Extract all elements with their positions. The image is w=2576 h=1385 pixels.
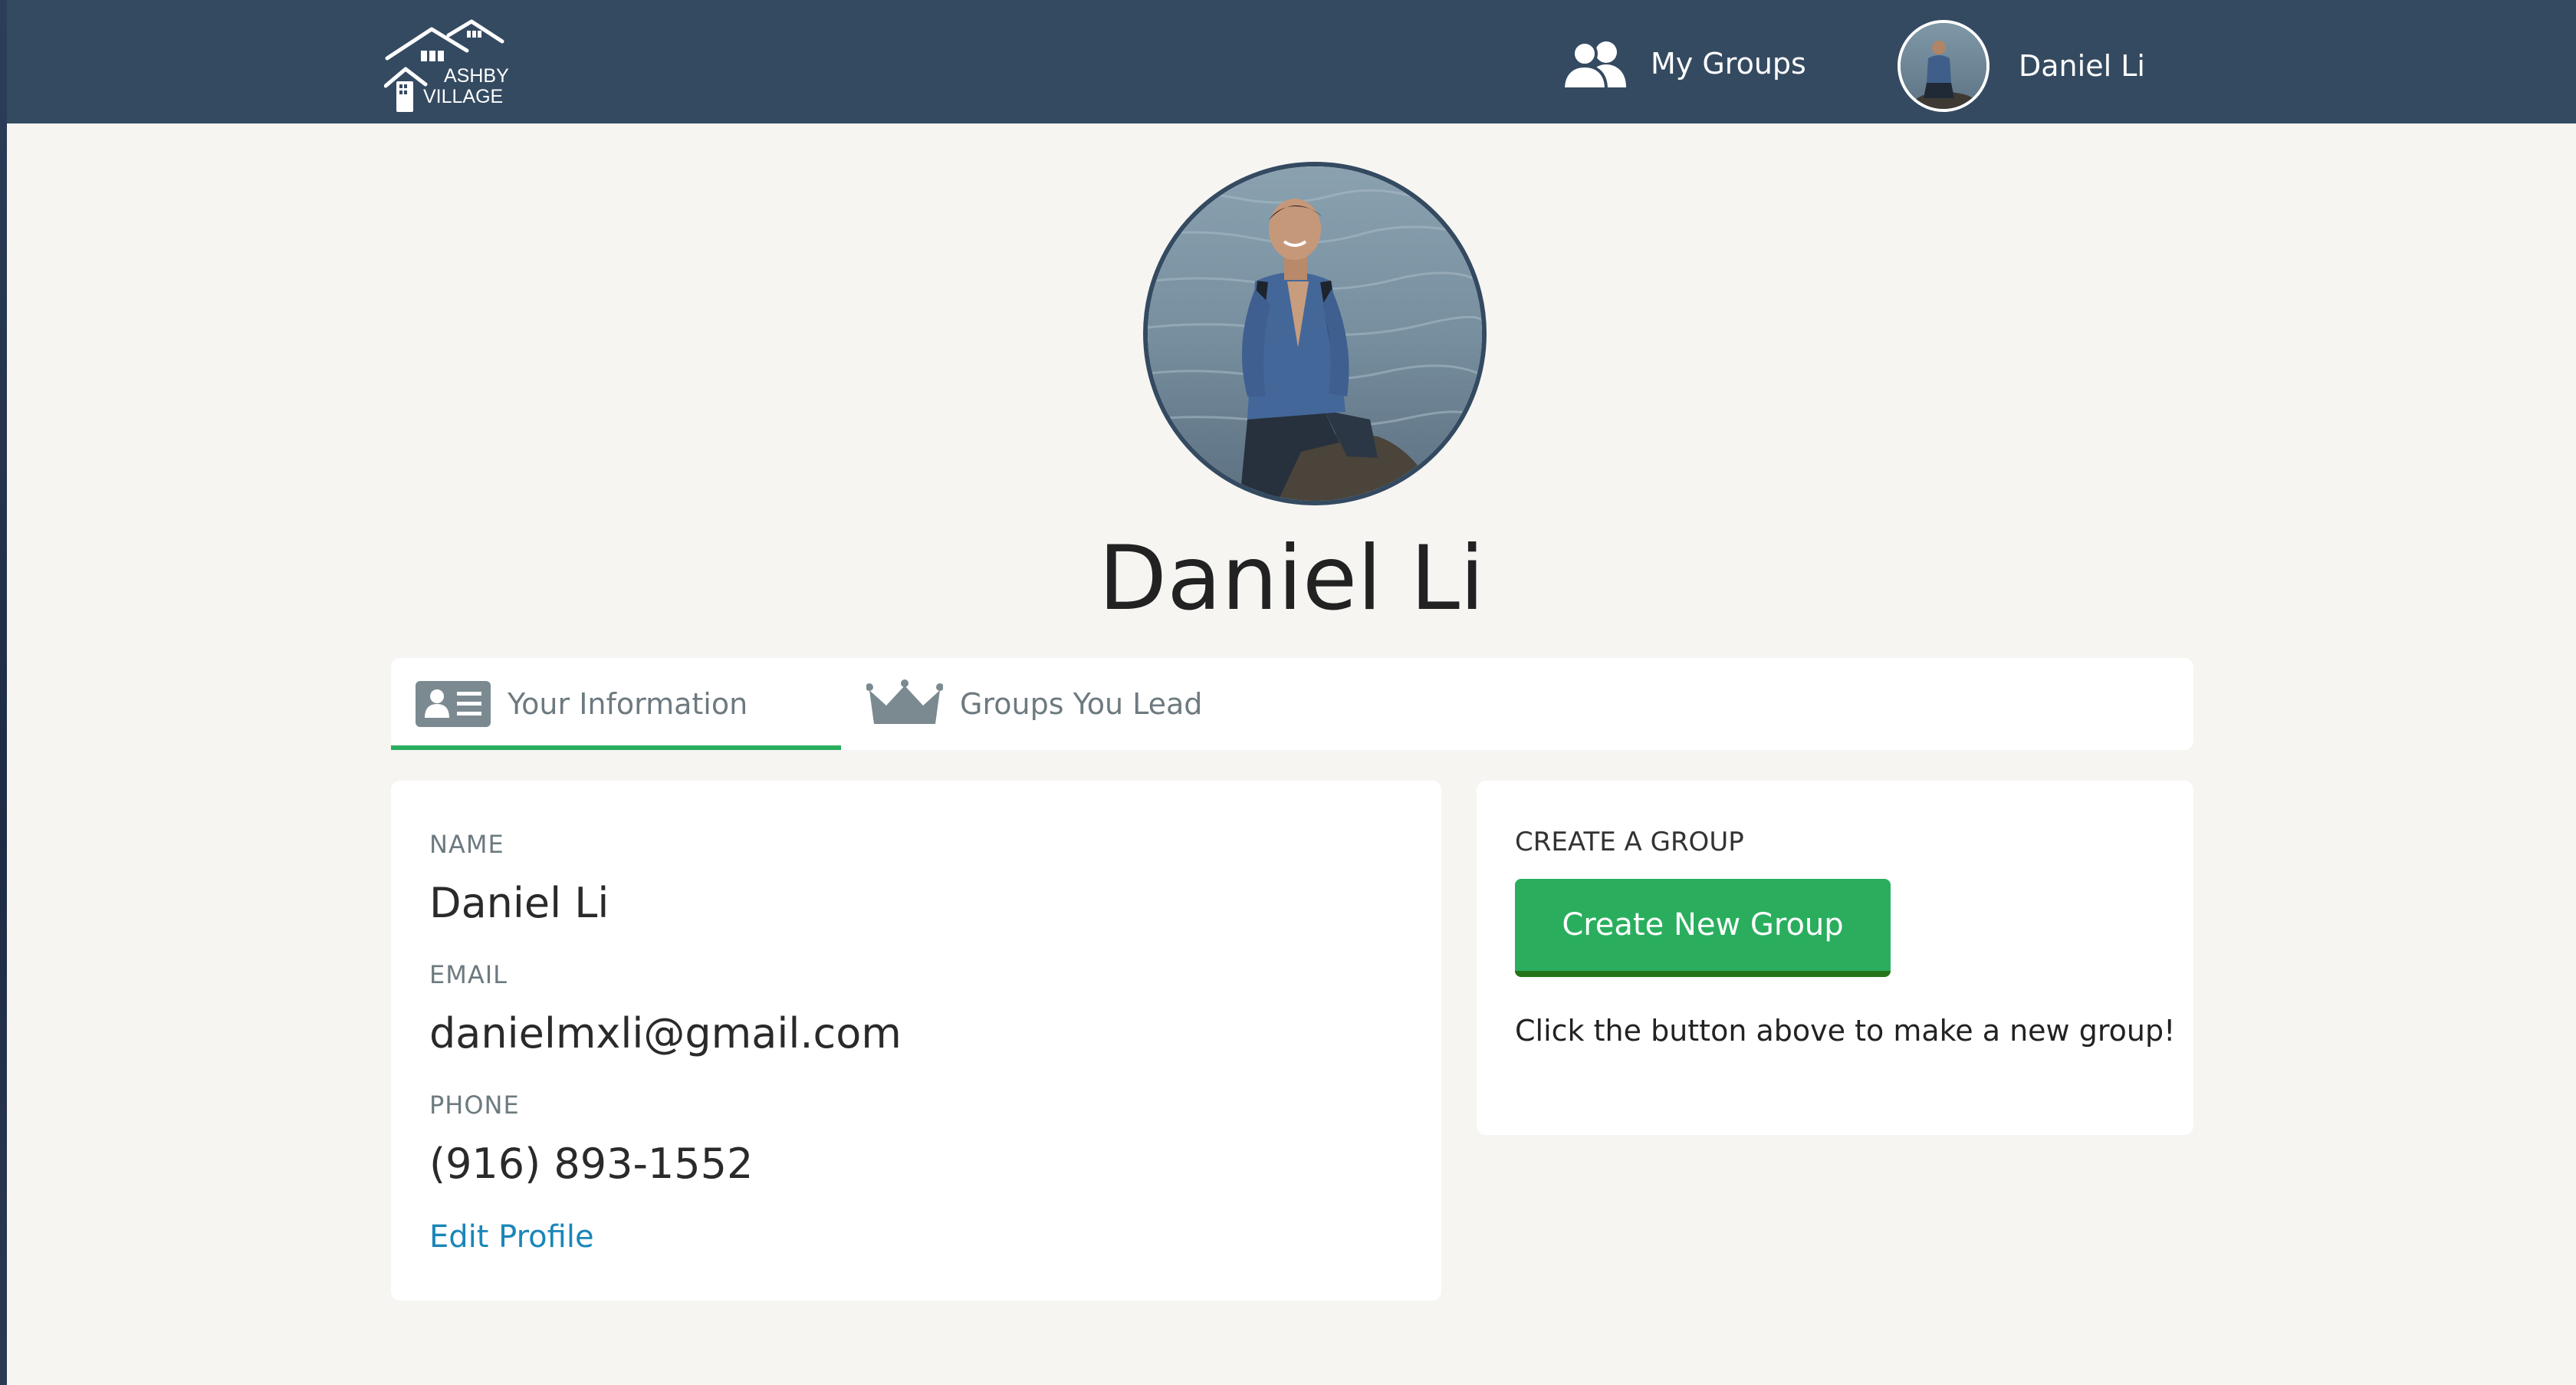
logo-text-ashby: ASHBY (444, 65, 509, 87)
desktop-edge (0, 0, 7, 1385)
page: ASHBY VILLAGE My Groups Daniel Li Daniel… (7, 0, 2576, 1385)
name-value: Daniel Li (429, 879, 610, 927)
users-icon (1561, 41, 1626, 89)
create-group-card: CREATE A GROUP Create New Group Click th… (1477, 781, 2193, 1135)
active-tab-indicator (391, 745, 841, 750)
your-information-card: NAME Daniel Li EMAIL danielmxli@gmail.co… (391, 781, 1441, 1301)
my-groups-label: My Groups (1651, 47, 1806, 81)
email-value: danielmxli@gmail.com (429, 1009, 902, 1058)
create-new-group-button[interactable]: Create New Group (1515, 879, 1891, 977)
logo-text-village: VILLAGE (423, 86, 504, 107)
phone-value: (916) 893-1552 (429, 1140, 754, 1188)
edit-profile-link[interactable]: Edit Profile (429, 1219, 594, 1255)
id-card-icon (416, 681, 491, 727)
tab-your-information[interactable]: Your Information (391, 658, 841, 750)
profile-name: Daniel Li (1098, 527, 1485, 630)
email-label: EMAIL (429, 960, 508, 989)
avatar (1898, 20, 1990, 112)
my-groups-link[interactable]: My Groups (1559, 38, 1806, 89)
profile-tabs: Your Information Groups You Lead (391, 658, 2193, 750)
crown-icon (866, 679, 943, 724)
create-group-description: Click the button above to make a new gro… (1515, 1014, 2176, 1048)
tab-groups-you-lead-label: Groups You Lead (960, 687, 1203, 721)
user-menu[interactable]: Daniel Li (1898, 20, 2145, 112)
tab-your-information-label: Your Information (508, 687, 748, 721)
phone-label: PHONE (429, 1091, 520, 1120)
tab-groups-you-lead[interactable]: Groups You Lead (866, 658, 1202, 750)
profile-photo (1143, 162, 1487, 505)
name-label: NAME (429, 830, 504, 859)
user-name: Daniel Li (2019, 49, 2145, 83)
navbar: ASHBY VILLAGE My Groups Daniel Li (7, 0, 2576, 123)
create-group-heading: CREATE A GROUP (1515, 827, 1744, 857)
